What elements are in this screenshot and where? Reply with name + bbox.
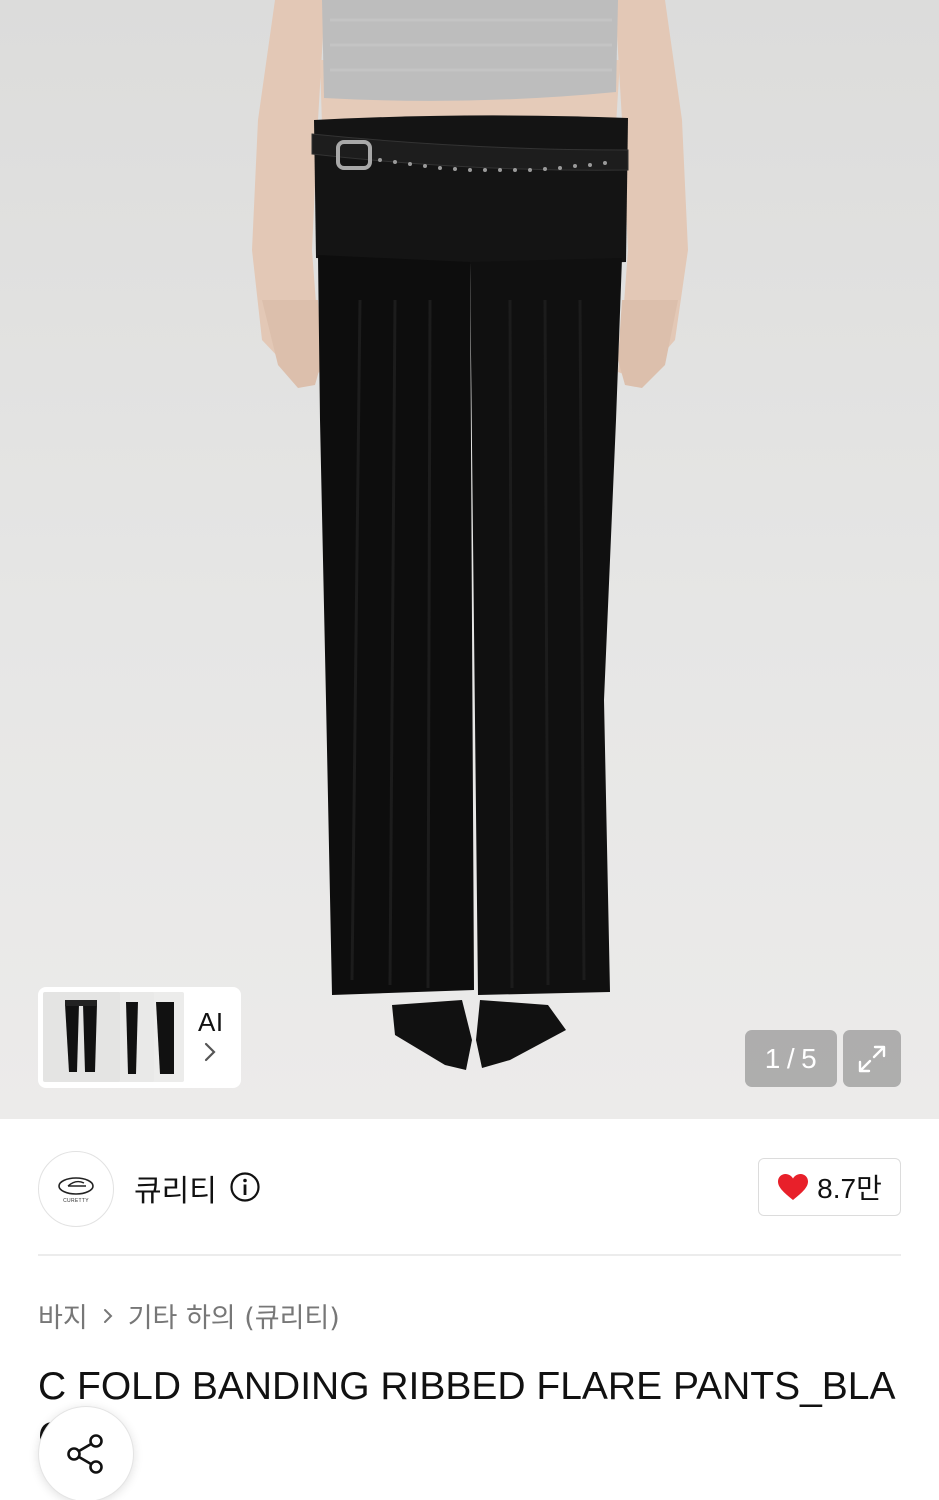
share-button[interactable] [38, 1406, 134, 1500]
chevron-right-icon [204, 1042, 216, 1062]
brand-logo-mark [58, 1176, 94, 1195]
grey-knit-top [322, 0, 618, 101]
breadcrumb-category[interactable]: 바지 [38, 1296, 88, 1335]
expand-image-button[interactable] [843, 1030, 901, 1087]
chevron-right-icon [102, 1306, 114, 1326]
product-title: C FOLD BANDING RIBBED FLARE PANTS_BLACK [38, 1365, 896, 1458]
expand-arrows-icon [858, 1045, 886, 1072]
left-shoe [392, 1000, 472, 1070]
like-count: 8.7만 [817, 1173, 882, 1204]
ai-thumbnail-strip[interactable]: AI [38, 987, 241, 1088]
right-shoe [476, 1000, 566, 1068]
folded-waistband [314, 115, 628, 265]
counter-separator: / [786, 1042, 796, 1074]
brand-name-link[interactable]: 큐리티 [134, 1166, 217, 1210]
product-photo [252, 0, 688, 1070]
ai-label: AI [198, 1007, 224, 1037]
image-page-counter: 1 / 5 [745, 1030, 837, 1087]
section-divider [38, 1254, 901, 1256]
counter-total: 5 [801, 1042, 818, 1074]
thumbnail-front-view[interactable] [43, 992, 120, 1082]
breadcrumb-subcategory[interactable]: 기타 하의 (큐리티) [128, 1296, 340, 1335]
breadcrumb: 바지 기타 하의 (큐리티) [38, 1296, 340, 1335]
share-icon [67, 1434, 103, 1474]
model-right-hand [618, 300, 678, 388]
info-circle-icon[interactable] [229, 1171, 261, 1203]
brand-logo[interactable]: CURETTY [38, 1151, 114, 1227]
thumbnail-side-view[interactable] [116, 992, 154, 1082]
counter-current: 1 [764, 1042, 781, 1074]
product-image-gallery[interactable]: AI 1 / 5 [0, 0, 939, 1119]
brand-logo-text: CURETTY [63, 1197, 89, 1204]
like-button[interactable]: 8.7만 [758, 1158, 901, 1216]
heart-icon [778, 1174, 809, 1200]
